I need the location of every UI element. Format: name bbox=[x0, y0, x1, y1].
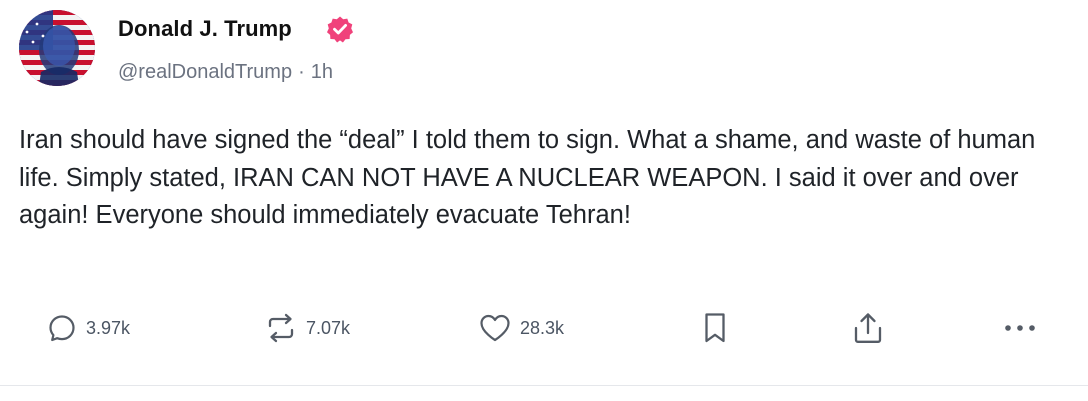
author-handle[interactable]: @realDonaldTrump bbox=[118, 61, 292, 83]
more-button[interactable] bbox=[1002, 305, 1038, 351]
avatar[interactable] bbox=[19, 10, 95, 86]
verified-badge-icon bbox=[326, 15, 354, 43]
bookmark-icon bbox=[700, 311, 730, 345]
post-time[interactable]: 1h bbox=[311, 61, 333, 83]
post-meta: @realDonaldTrump · 1h bbox=[118, 61, 333, 84]
bookmark-button[interactable] bbox=[700, 305, 730, 351]
author-display-name[interactable]: Donald J. Trump bbox=[118, 16, 292, 42]
action-bar: 3.97k 7.07k 28.3k bbox=[0, 305, 1088, 351]
meta-separator: · bbox=[298, 61, 305, 83]
post-text: Iran should have signed the “deal” I tol… bbox=[19, 126, 1036, 229]
reply-icon bbox=[46, 312, 78, 344]
heart-icon bbox=[478, 312, 512, 344]
repost-icon bbox=[264, 312, 298, 344]
post-card: Donald J. Trump @realDonaldTrump · 1h Iran… bbox=[0, 0, 1088, 386]
like-button[interactable]: 28.3k bbox=[478, 305, 564, 351]
avatar-image bbox=[19, 10, 95, 86]
share-button[interactable] bbox=[851, 305, 885, 351]
share-icon bbox=[851, 311, 885, 345]
reply-button[interactable]: 3.97k bbox=[46, 305, 130, 351]
more-icon bbox=[1002, 312, 1038, 344]
repost-button[interactable]: 7.07k bbox=[264, 305, 350, 351]
repost-count: 7.07k bbox=[306, 317, 351, 338]
like-count: 28.3k bbox=[520, 317, 565, 338]
post-divider bbox=[0, 385, 1088, 386]
reply-count: 3.97k bbox=[86, 317, 131, 338]
